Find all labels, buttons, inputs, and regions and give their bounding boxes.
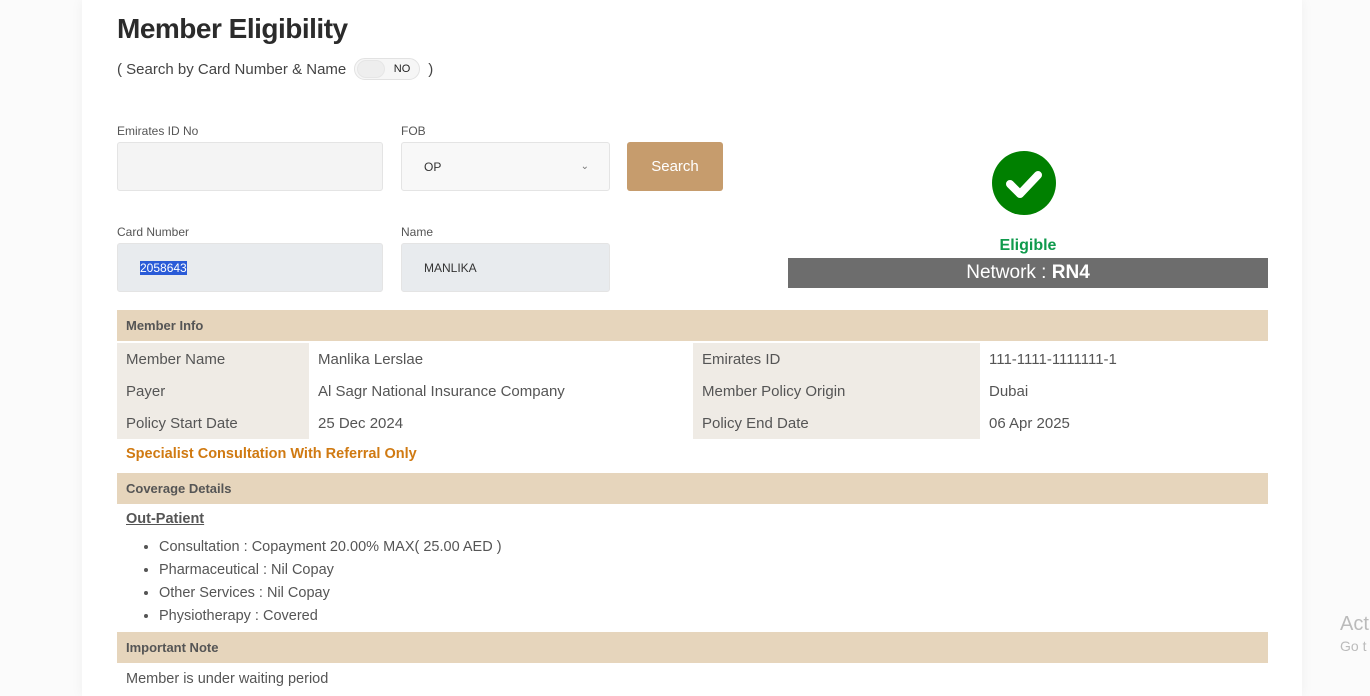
table-row: Payer Al Sagr National Insurance Company M… <box>117 375 1268 407</box>
card-number-value: 2058643 <box>140 260 187 275</box>
eligibility-card: Member Eligibility ( Search by Card Numb… <box>82 0 1302 696</box>
field-label: Emirates ID <box>693 343 980 375</box>
field-value: Dubai <box>989 382 1029 400</box>
page-title: Member Eligibility <box>117 13 348 44</box>
card-number-input[interactable]: 2058643 <box>117 243 383 292</box>
card-number-label: Card Number <box>117 225 190 239</box>
coverage-item: Pharmaceutical : Nil Copay <box>159 559 502 582</box>
field-label: Policy End Date <box>693 407 980 439</box>
field-value: 06 Apr 2025 <box>989 414 1070 432</box>
search-mode-label: ( Search by Card Number & Name <box>117 60 347 78</box>
emirates-id-input[interactable] <box>117 142 383 191</box>
field-value: 111-1111-1111111-1 <box>989 350 1117 368</box>
emirates-id-label: Emirates ID No <box>117 124 199 138</box>
field-label: Policy Start Date <box>117 407 309 439</box>
check-circle-icon <box>992 151 1056 215</box>
member-info-table: Member Name Manlika Lerslae Emirates ID 111… <box>117 343 1268 439</box>
fob-value: OP <box>424 159 442 174</box>
field-label: Payer <box>117 375 309 407</box>
chevron-down-icon: ⌄ <box>580 161 589 172</box>
network-bar: Network : RN4 <box>788 258 1268 288</box>
activation-watermark: Act <box>1340 613 1369 635</box>
toggle-state: NO <box>393 63 411 75</box>
out-patient-title: Out-Patient <box>126 511 205 527</box>
member-info-header: Member Info <box>117 310 1268 341</box>
coverage-item: Other Services : Nil Copay <box>159 582 502 605</box>
fob-label: FOB <box>401 124 426 138</box>
table-row: Policy Start Date 25 Dec 2024 Policy End D… <box>117 407 1268 439</box>
coverage-list: Consultation : Copayment 20.00% MAX( 25.… <box>159 536 502 628</box>
field-value: 25 Dec 2024 <box>318 414 404 432</box>
coverage-item: Consultation : Copayment 20.00% MAX( 25.… <box>159 536 502 559</box>
name-input[interactable]: MANLIKA <box>401 243 610 292</box>
field-value: Al Sagr National Insurance Company <box>318 382 565 400</box>
field-value: Manlika Lerslae <box>318 350 424 368</box>
coverage-header: Coverage Details <box>117 473 1268 504</box>
important-note-text: Member is under waiting period <box>126 671 329 687</box>
network-label: Network : <box>966 262 1052 283</box>
search-mode-toggle[interactable]: NO <box>354 58 421 80</box>
table-row: Member Name Manlika Lerslae Emirates ID 111… <box>117 343 1268 375</box>
field-label: Member Policy Origin <box>693 375 980 407</box>
coverage-item: Physiotherapy : Covered <box>159 605 502 628</box>
network-value: RN4 <box>1051 262 1090 283</box>
important-note-header: Important Note <box>117 632 1268 663</box>
paren: ) <box>428 60 434 78</box>
search-button[interactable]: Search <box>627 142 723 191</box>
field-label: Member Name <box>117 343 309 375</box>
fob-select[interactable]: OP ⌄ <box>401 142 610 191</box>
search-mode: ( Search by Card Number & Name NO ) <box>117 58 433 80</box>
referral-warning: Specialist Consultation With Referral On… <box>126 446 417 462</box>
eligibility-status: Eligible <box>999 237 1057 254</box>
name-label: Name <box>401 225 434 239</box>
activation-watermark-sub: Go t <box>1340 638 1367 654</box>
